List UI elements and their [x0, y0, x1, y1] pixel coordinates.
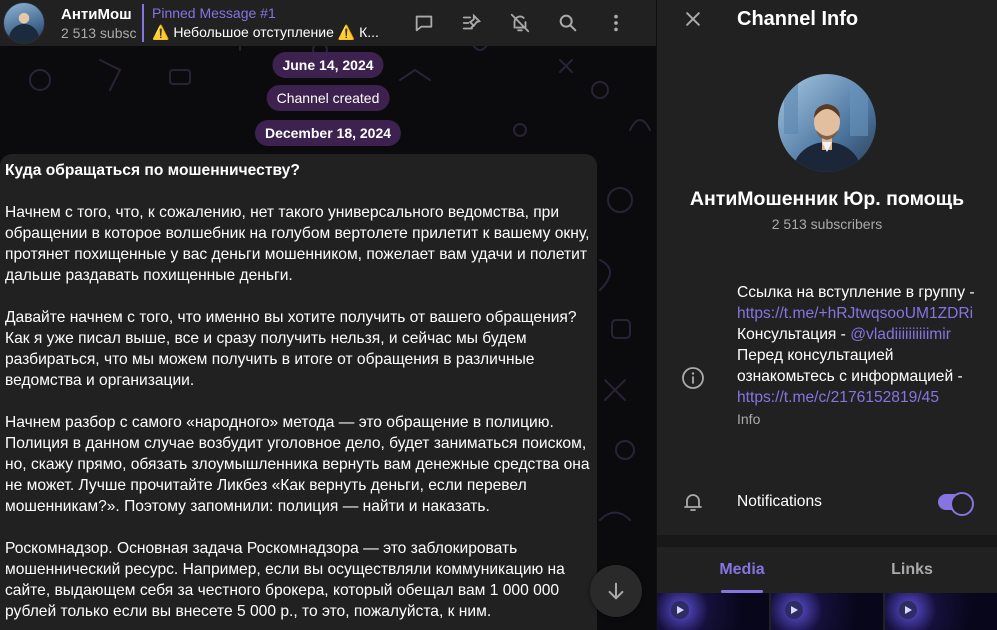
consultation-username-link[interactable]: @vladiiiiiiiiiimir [850, 326, 951, 343]
message-bubble[interactable]: Куда обращаться по мошенничеству? Начнем… [0, 154, 597, 630]
play-icon [899, 601, 917, 619]
channel-subscriber-count: 2 513 subscribers [771, 216, 883, 232]
date-separator: June 14, 2024 [272, 52, 384, 78]
message-paragraph: Давайте начнем с того, что именно вы хот… [5, 309, 577, 389]
message-paragraph: Начнем с того, что, к сожалению, нет так… [5, 204, 590, 284]
date-separator: December 18, 2024 [254, 120, 402, 146]
notifications-toggle[interactable] [938, 492, 974, 516]
arrow-down-icon [608, 582, 624, 600]
tab-links[interactable]: Links [827, 547, 997, 593]
description-text: Консультация - @vladiiiiiiiiiimir [737, 324, 977, 345]
channel-info-title: Channel Info [737, 7, 859, 30]
pinned-message-text: ⚠️ Небольшое отступление ⚠️ К... [152, 24, 379, 40]
scroll-down-button[interactable] [590, 565, 642, 617]
pinned-message[interactable]: Pinned Message #1 ⚠️ Небольшое отступлен… [142, 4, 390, 42]
description-text: Перед консультацией ознакомьтесь с инфор… [737, 347, 963, 385]
mute-icon[interactable] [496, 3, 544, 43]
channel-description[interactable]: Ссылка на вступление в группу - https://… [737, 282, 977, 429]
service-message: Channel created [266, 85, 390, 111]
media-thumbnail[interactable] [657, 593, 769, 630]
search-icon[interactable] [544, 3, 592, 43]
info-icon [682, 367, 704, 389]
channel-name: АнтиМошенник Юр. помощь [689, 188, 965, 210]
channel-subscribers: 2 513 subsc [61, 24, 137, 41]
play-icon [785, 601, 803, 619]
chat-header-info[interactable]: АнтиМош 2 513 subsc [61, 5, 137, 42]
media-thumbnail[interactable] [771, 593, 883, 630]
close-button[interactable] [673, 0, 713, 38]
message-heading: Куда обращаться по мошенничеству? [5, 162, 300, 179]
header-actions [400, 0, 640, 46]
channel-info-header: Channel Info [657, 0, 997, 38]
description-text: Ссылка на вступление в группу - [737, 284, 975, 301]
shared-media-tabs: Media Links [657, 547, 997, 593]
play-icon [671, 601, 689, 619]
pinned-message-title: Pinned Message #1 [152, 5, 276, 21]
channel-avatar-large[interactable] [778, 74, 876, 172]
group-invite-link[interactable]: https://t.me/+hRJtwqsooUM1ZDRi [737, 303, 977, 324]
section-divider [657, 535, 997, 547]
chat-panel: АнтиМош 2 513 subsc Pinned Message #1 ⚠️… [0, 0, 656, 630]
message-paragraph: Начнем разбор с самого «народного» метод… [5, 414, 590, 515]
media-grid [657, 593, 997, 630]
more-icon[interactable] [592, 3, 640, 43]
channel-title: АнтиМош [61, 5, 132, 23]
tab-media[interactable]: Media [657, 547, 827, 593]
info-post-link[interactable]: https://t.me/c/2176152819/45 [737, 387, 977, 408]
description-caption: Info [737, 411, 761, 427]
manage-pins-icon[interactable] [448, 3, 496, 43]
notifications-label: Notifications [737, 493, 822, 510]
chat-header: АнтиМош 2 513 subsc Pinned Message #1 ⚠️… [0, 0, 656, 46]
close-icon [686, 12, 700, 26]
channel-avatar[interactable] [3, 2, 45, 44]
bell-icon [684, 494, 702, 511]
consultation-label: Консультация - [737, 326, 851, 343]
channel-info-panel: Channel Info АнтиМошенник Юр. помощь 2 5… [657, 0, 997, 630]
media-thumbnail[interactable] [885, 593, 997, 630]
message-paragraph: Роскомнадзор. Основная задача Роскомнадз… [5, 540, 565, 620]
comments-icon[interactable] [400, 3, 448, 43]
